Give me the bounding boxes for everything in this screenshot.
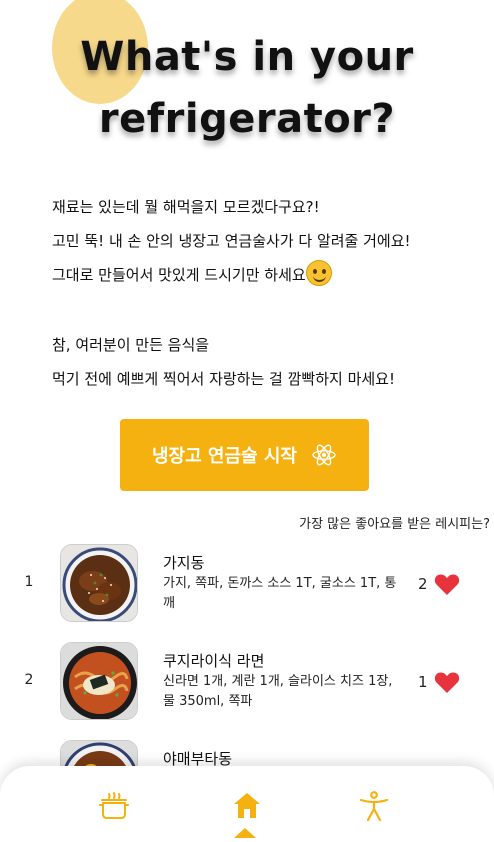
nav-home-button[interactable] (229, 788, 265, 824)
recipe-row[interactable]: 2 쿠지라이식 라면 신라면 1개, 계란 1개, 슬라이스 치즈 1장, 물 … (0, 636, 494, 734)
recipe-row[interactable]: 1 가지동 가지, 쪽파, 돈까스 소스 1T, 굴소스 1T, 통깨 2 (0, 538, 494, 636)
title-line-1: What's in your (80, 34, 414, 80)
nav-accessibility-button[interactable] (356, 788, 392, 824)
accessibility-icon (359, 791, 389, 822)
active-nav-indicator (234, 828, 256, 838)
intro-line-5: 먹기 전에 예쁘게 찍어서 자랑하는 걸 깜빡하지 마세요! (52, 370, 395, 388)
recipe-ingredients: 신라면 1개, 계란 1개, 슬라이스 치즈 1장, 물 350ml, 쪽파 (163, 674, 393, 709)
intro-line-3-text: 그대로 만들어서 맛있게 드시기만 하세요 (52, 266, 306, 284)
like-count[interactable]: 2 (418, 572, 460, 596)
title-line-2: refrigerator? (98, 96, 396, 142)
recipe-rank: 2 (24, 672, 34, 688)
nav-recipe-button[interactable] (96, 788, 132, 824)
recipe-name: 쿠지라이식 라면 (163, 652, 265, 670)
like-count[interactable]: 1 (418, 670, 460, 694)
intro-line-4: 참, 여러분이 만든 음식을 (52, 336, 210, 354)
home-icon (234, 793, 260, 818)
recipe-ingredients: 가지, 쪽파, 돈까스 소스 1T, 굴소스 1T, 통깨 (163, 576, 397, 611)
intro-text: 재료는 있는데 뭘 해먹을지 모르겠다구요?! 고민 뚝! 내 손 안의 냉장고… (52, 190, 472, 396)
start-alchemy-button[interactable]: 냉장고 연금술 시작 (120, 419, 369, 491)
heart-icon (434, 574, 459, 595)
recipe-thumbnail (60, 544, 138, 622)
react-atom-icon (312, 444, 336, 466)
smiling-face-icon (305, 260, 332, 286)
intro-line-3: 그대로 만들어서 맛있게 드시기만 하세요 (52, 258, 472, 292)
bottom-navigation (0, 766, 494, 842)
page-title: What's in your refrigerator? (0, 26, 494, 150)
intro-line-2: 고민 뚝! 내 손 안의 냉장고 연금술사가 다 알려줄 거에요! (52, 232, 411, 250)
start-button-label: 냉장고 연금술 시작 (151, 446, 297, 467)
recipe-thumbnail (60, 642, 138, 720)
intro-line-1: 재료는 있는데 뭘 해먹을지 모르겠다구요?! (52, 198, 320, 216)
popular-recipes-caption: 가장 많은 좋아요를 받은 레시피는? (299, 517, 490, 532)
like-count-value: 1 (418, 673, 428, 691)
like-count-value: 2 (418, 575, 428, 593)
pot-icon (99, 792, 129, 819)
heart-icon (434, 672, 459, 693)
recipe-rank: 1 (24, 574, 34, 590)
recipe-name: 가지동 (163, 554, 205, 572)
